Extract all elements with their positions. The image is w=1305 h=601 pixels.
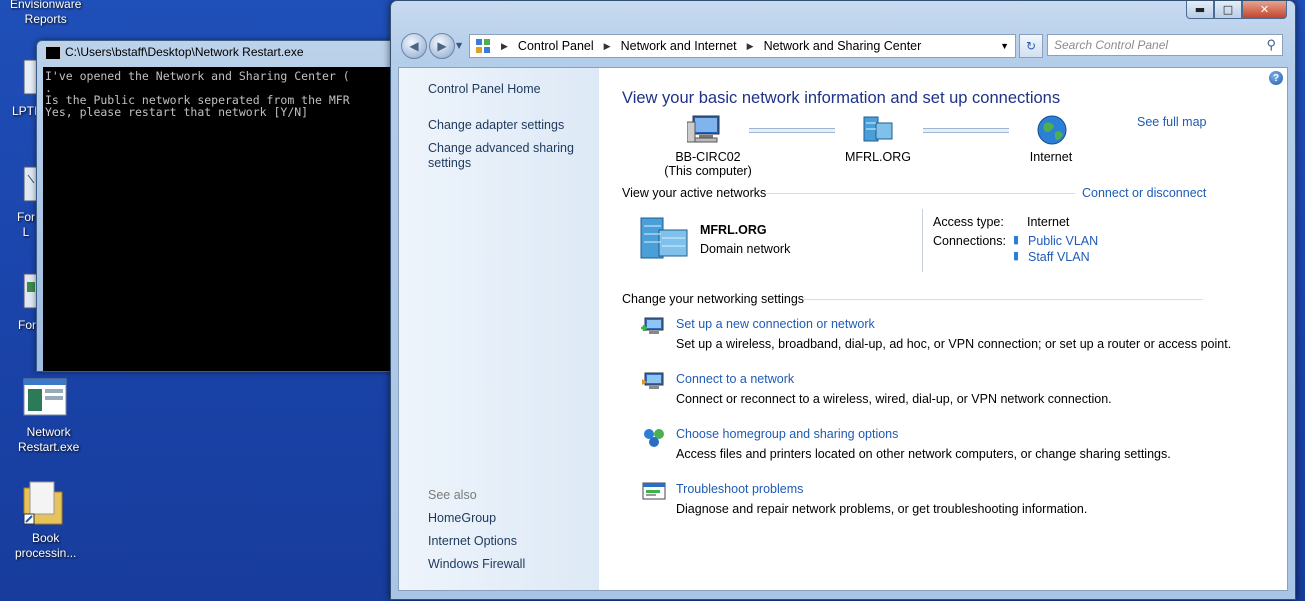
desktop-icon-label-form-l[interactable]: For L <box>17 210 35 240</box>
control-panel-icon <box>476 39 490 53</box>
homegroup-icon <box>644 429 664 447</box>
internet-globe-icon[interactable] <box>1036 114 1068 146</box>
address-dropdown-icon[interactable]: ▼ <box>1000 41 1009 51</box>
troubleshoot-problems-desc: Diagnose and repair network problems, or… <box>676 502 1088 516</box>
change-advanced-sharing-link[interactable]: Change advanced sharing settings <box>428 141 574 171</box>
control-panel-home-link[interactable]: Control Panel Home <box>428 82 541 97</box>
homegroup-sharing-options-desc: Access files and printers located on oth… <box>676 447 1171 461</box>
book-processing-folder-icon[interactable] <box>22 480 64 530</box>
see-full-map-link[interactable]: See full map <box>1137 115 1206 129</box>
connections-label: Connections: <box>933 234 1006 248</box>
connect-to-network-link[interactable]: Connect to a network <box>676 372 794 386</box>
network-map-domain-label: MFRL.ORG <box>845 150 911 164</box>
computer-icon[interactable] <box>687 114 723 144</box>
back-arrow-icon: ◀ <box>409 39 419 53</box>
close-button[interactable]: ✕ <box>1242 1 1287 19</box>
maximize-button[interactable]: □ <box>1214 1 1242 19</box>
connect-or-disconnect-link[interactable]: Connect or disconnect <box>1082 186 1206 200</box>
internet-options-link[interactable]: Internet Options <box>428 534 517 549</box>
domain-network-large-icon <box>640 217 688 259</box>
forward-button[interactable]: ▶ <box>429 33 455 59</box>
network-restart-exe-icon[interactable] <box>23 378 67 420</box>
connect-to-network-desc: Connect or reconnect to a wireless, wire… <box>676 392 1112 406</box>
breadcrumb-control-panel[interactable]: Control Panel <box>518 39 594 53</box>
network-sharing-center-window: ▬ □ ✕ ◀ ▶ ▼ ▶ Control Panel ▶ Network an… <box>390 0 1296 600</box>
refresh-button[interactable]: ↻ <box>1019 34 1043 58</box>
computer-name-label: BB-CIRC02 (This computer) <box>664 150 752 178</box>
change-adapter-settings-link[interactable]: Change adapter settings <box>428 118 564 133</box>
network-details-divider <box>922 209 923 272</box>
troubleshoot-icon <box>642 482 666 500</box>
refresh-icon: ↻ <box>1025 39 1037 53</box>
minimize-button[interactable]: ▬ <box>1186 1 1214 19</box>
minimize-icon: ▬ <box>1194 3 1206 16</box>
section-divider <box>765 193 1075 194</box>
desktop-icon-label-lpt[interactable]: LPTI <box>12 104 37 119</box>
access-type-value: Internet <box>1027 215 1070 229</box>
connection-public-vlan-link[interactable]: Public VLAN <box>1028 234 1098 248</box>
console-window[interactable]: C:\Users\bstaff\Desktop\Network Restart.… <box>36 40 398 372</box>
breadcrumb-separator-icon[interactable]: ▶ <box>501 41 508 52</box>
set-up-new-connection-link[interactable]: Set up a new connection or network <box>676 317 875 331</box>
console-output[interactable]: I've opened the Network and Sharing Cent… <box>43 67 397 371</box>
console-title-bar[interactable]: C:\Users\bstaff\Desktop\Network Restart.… <box>45 45 304 65</box>
active-network-type: Domain network <box>700 242 791 256</box>
access-type-label: Access type: <box>933 215 1004 229</box>
search-placeholder: Search Control Panel <box>1054 38 1169 52</box>
desktop-icon-label-envisionware[interactable]: Envisionware Reports <box>10 0 81 27</box>
breadcrumb-network-and-sharing-center[interactable]: Network and Sharing Center <box>764 39 922 53</box>
content-area: Control Panel Home Change adapter settin… <box>398 67 1288 591</box>
connection-staff-vlan-link[interactable]: Staff VLAN <box>1028 250 1090 264</box>
console-title: C:\Users\bstaff\Desktop\Network Restart.… <box>65 45 304 59</box>
page-title: View your basic network information and … <box>622 89 1061 107</box>
see-also-heading: See also <box>428 488 477 502</box>
recent-pages-dropdown[interactable]: ▼ <box>456 41 462 50</box>
active-networks-heading: View your active networks <box>622 186 767 200</box>
desktop-icon-label-form[interactable]: For <box>18 318 36 333</box>
network-adapter-icon: ▮ <box>1013 250 1020 262</box>
left-navigation-pane: Control Panel Home Change adapter settin… <box>399 68 599 590</box>
network-adapter-icon: ▮ <box>1013 234 1020 246</box>
map-connector-line <box>749 128 835 133</box>
windows-firewall-link[interactable]: Windows Firewall <box>428 557 525 572</box>
internet-label: Internet <box>1029 150 1073 164</box>
forward-arrow-icon: ▶ <box>437 39 447 53</box>
troubleshoot-problems-link[interactable]: Troubleshoot problems <box>676 482 803 496</box>
homegroup-link[interactable]: HomeGroup <box>428 511 496 526</box>
main-pane: ? View your basic network information an… <box>599 68 1287 590</box>
active-network-name: MFRL.ORG <box>700 223 767 237</box>
breadcrumb-separator-icon[interactable]: ▶ <box>747 41 754 52</box>
connect-to-network-icon <box>642 372 664 389</box>
set-up-new-connection-desc: Set up a wireless, broadband, dial-up, a… <box>676 337 1232 351</box>
console-app-icon <box>45 45 61 60</box>
change-settings-heading: Change your networking settings <box>622 292 805 306</box>
map-connector-line <box>923 128 1009 133</box>
domain-network-icon[interactable] <box>862 115 894 143</box>
help-icon[interactable]: ? <box>1269 71 1283 85</box>
section-divider <box>803 299 1203 300</box>
search-control-panel-input[interactable]: Search Control Panel ⚲ <box>1047 34 1283 56</box>
breadcrumb-separator-icon[interactable]: ▶ <box>604 41 611 52</box>
desktop-icon-label-book-processing[interactable]: Book processin... <box>15 531 76 561</box>
homegroup-sharing-options-link[interactable]: Choose homegroup and sharing options <box>676 427 898 441</box>
back-button[interactable]: ◀ <box>401 33 427 59</box>
maximize-icon: □ <box>1222 3 1234 16</box>
address-bar[interactable]: ▶ Control Panel ▶ Network and Internet ▶… <box>469 34 1016 58</box>
new-connection-icon <box>641 317 664 334</box>
search-icon[interactable]: ⚲ <box>1266 37 1276 53</box>
desktop-icon-label-network-restart[interactable]: Network Restart.exe <box>18 425 79 455</box>
breadcrumb-network-and-internet[interactable]: Network and Internet <box>621 39 737 53</box>
close-icon: ✕ <box>1259 3 1270 16</box>
